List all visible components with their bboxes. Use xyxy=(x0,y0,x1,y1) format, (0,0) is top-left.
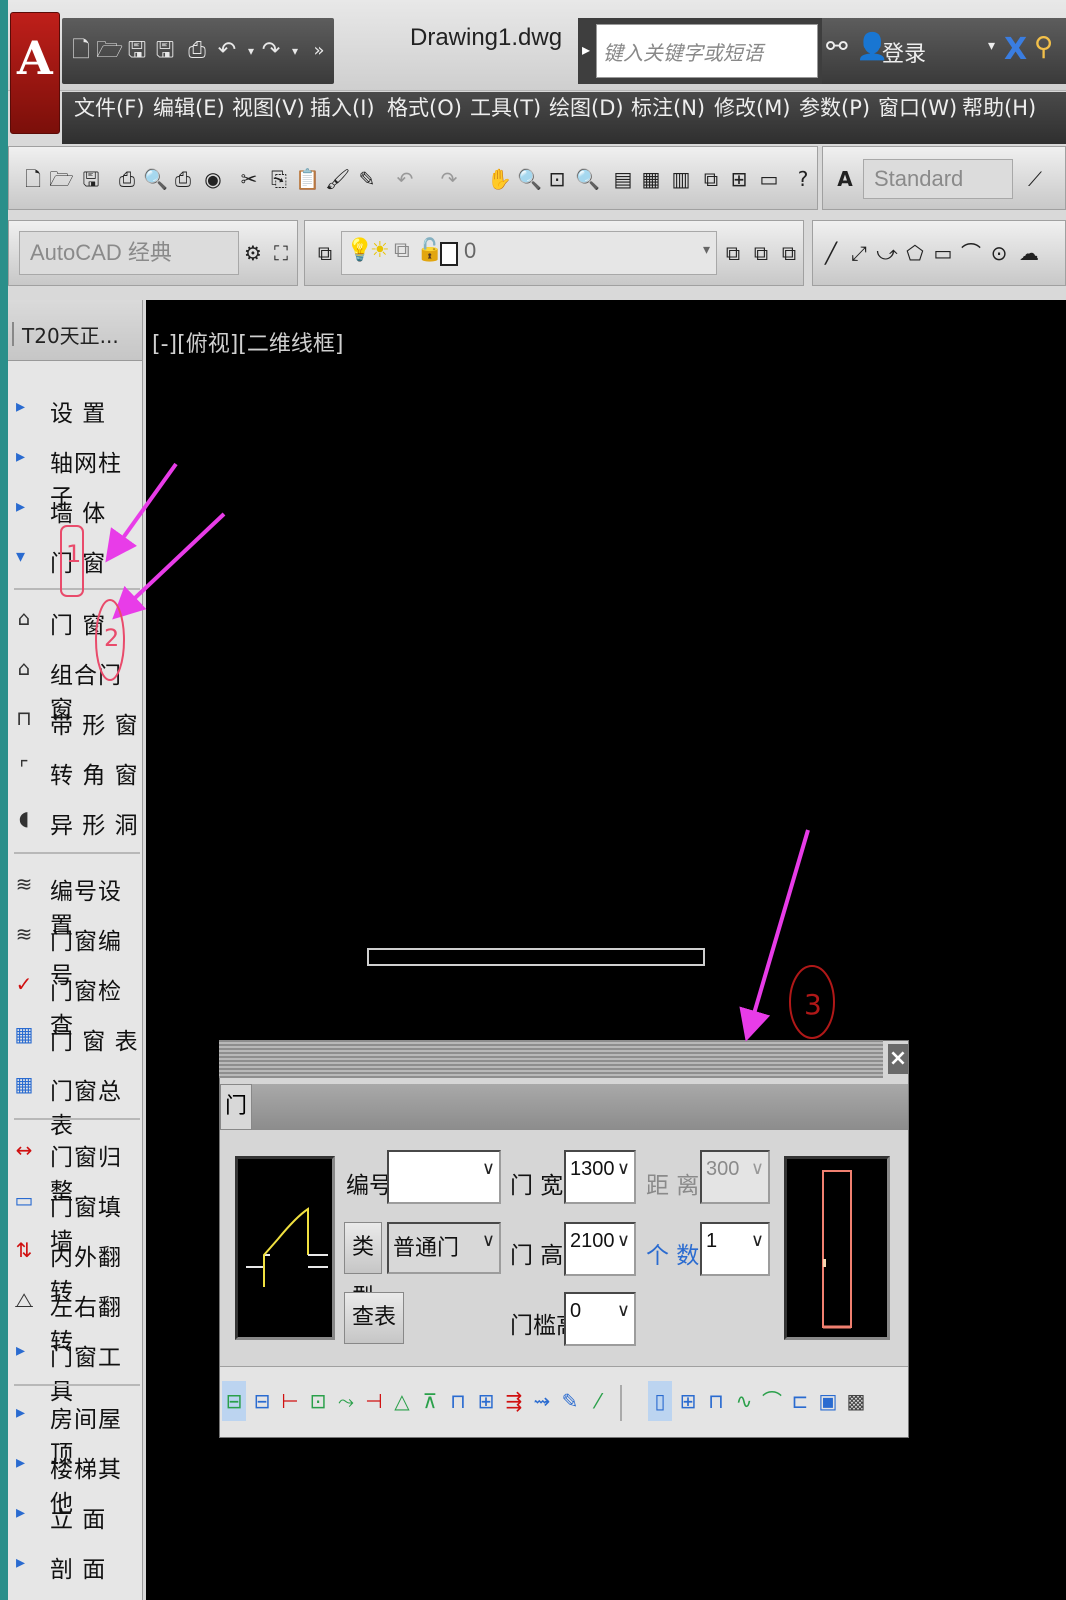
annotation-overlay xyxy=(60,462,835,1042)
annotation-arrow-1 xyxy=(105,462,178,563)
annotation-number-2: 2 xyxy=(104,624,120,652)
annotation-arrow-3 xyxy=(739,829,810,1042)
annotation-number-3: 3 xyxy=(804,988,822,1021)
annotation-number-1: 1 xyxy=(66,540,82,568)
annotation-arrow-2 xyxy=(112,512,226,620)
